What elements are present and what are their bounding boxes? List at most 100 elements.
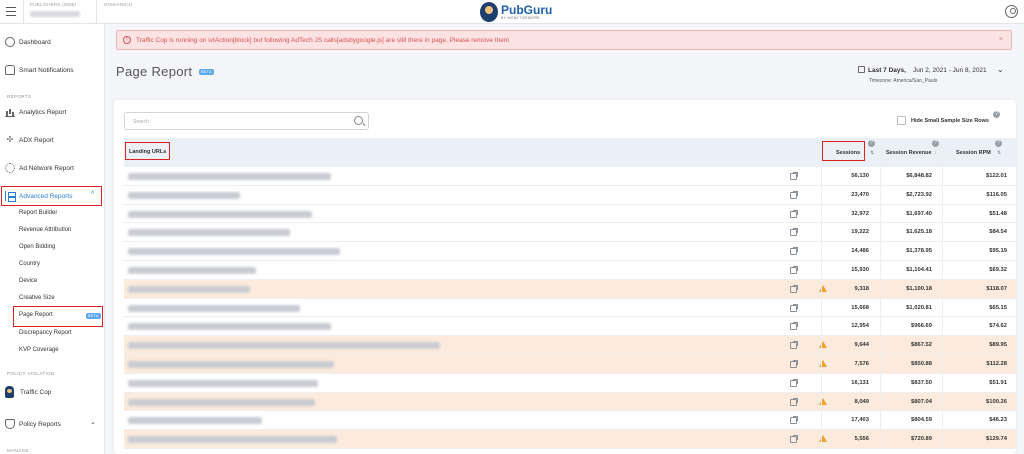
publisher-selector[interactable]: PUBLISHERS (3696) <box>30 2 92 22</box>
chevron-down-icon[interactable]: ⌄ <box>90 418 96 426</box>
table-row[interactable]: 16,131 $837.50 $51.91 <box>124 373 1016 393</box>
sub-item-open-bidding[interactable]: Open Bidding <box>19 244 55 250</box>
external-link-icon[interactable] <box>790 247 798 256</box>
column-divider <box>821 430 822 448</box>
table-row[interactable]: 8,049 $807.04 $100.26 <box>124 392 1016 412</box>
sidebar-item-smart-notifications[interactable]: Smart Notifications <box>0 62 105 78</box>
landing-url-redacted[interactable] <box>128 379 318 387</box>
landing-url-redacted[interactable] <box>128 285 250 293</box>
landing-url-redacted[interactable] <box>128 361 334 368</box>
table-row[interactable]: 15,930 $1,104.41 $69.32 <box>124 261 1016 280</box>
chevron-down-icon[interactable]: ⌄ <box>997 65 1004 74</box>
landing-url-redacted[interactable] <box>128 210 312 218</box>
landing-url-redacted[interactable] <box>128 267 256 274</box>
table-row[interactable]: 15,668 $1,020.81 $65.15 <box>124 298 1016 318</box>
page-title-beta-badge: BETA <box>199 69 214 75</box>
sidebar-item-dashboard[interactable]: Dashboard <box>0 34 105 50</box>
sort-icon[interactable]: ⇅ <box>870 150 874 156</box>
external-link-icon[interactable] <box>790 190 798 199</box>
date-range-picker[interactable]: Last 7 Days, Jun 2, 2021 - Jun 8, 2021 <box>858 66 987 74</box>
section-policy-violation: POLICY VIOLATION <box>7 371 55 376</box>
external-link-icon[interactable] <box>790 209 798 218</box>
sub-item-device[interactable]: Device <box>19 278 37 284</box>
col-session-revenue[interactable]: Session Revenue <box>886 150 932 156</box>
table-row[interactable]: 17,403 $804.59 $46.23 <box>124 411 1016 431</box>
sub-item-revenue-attribution[interactable]: Revenue Attribution <box>19 227 71 233</box>
hide-small-sample-checkbox[interactable] <box>897 116 906 125</box>
sidebar-item-traffic-cop[interactable]: Traffic Cop <box>0 384 105 400</box>
landing-url-redacted[interactable] <box>128 304 300 312</box>
external-link-icon[interactable] <box>790 397 798 406</box>
session-revenue-cell: $720.89 <box>911 436 932 443</box>
sessions-cell: 7,576 <box>854 361 869 367</box>
sub-item-country[interactable]: Country <box>19 261 40 267</box>
table-row[interactable]: 7,576 $850.88 $112.28 <box>124 355 1016 374</box>
table-row[interactable]: 56,130 $6,848.82 $122.01 <box>124 167 1016 186</box>
sessions-cell: 19,222 <box>851 229 869 236</box>
highlight-sessions <box>822 141 865 161</box>
sort-desc-icon[interactable]: ↓ <box>934 150 937 156</box>
highlight-landing-urls <box>125 142 170 160</box>
session-rpm-cell: $116.05 <box>986 191 1007 198</box>
sub-item-kvp-coverage[interactable]: KVP Coverage <box>19 347 59 353</box>
search-input[interactable]: Search <box>124 112 369 130</box>
landing-url-redacted[interactable] <box>128 173 331 180</box>
landing-url-redacted[interactable] <box>128 342 440 350</box>
landing-url-redacted[interactable] <box>128 229 290 237</box>
col-session-rpm[interactable]: Session RPM <box>956 150 991 156</box>
user-avatar-icon[interactable] <box>1005 5 1018 18</box>
help-icon[interactable]: ? <box>932 140 939 147</box>
session-revenue-cell: $1,104.41 <box>906 267 932 273</box>
external-link-icon[interactable] <box>790 228 798 237</box>
session-rpm-cell: $118.07 <box>986 285 1007 292</box>
external-link-icon[interactable] <box>790 322 798 331</box>
table-row[interactable]: 5,556 $720.89 $129.74 <box>124 430 1016 449</box>
external-link-icon[interactable] <box>790 303 798 312</box>
help-icon[interactable]: ? <box>993 111 1000 118</box>
external-link-icon[interactable] <box>790 172 798 180</box>
search-icon[interactable] <box>354 116 363 125</box>
table-row[interactable]: 9,318 $1,100.18 $118.07 <box>124 279 1016 299</box>
pubguru-logo[interactable]: PubGuru BY MONETIZEMORE <box>480 1 552 23</box>
landing-url-redacted[interactable] <box>128 248 340 256</box>
external-link-icon[interactable] <box>790 284 798 293</box>
bar-chart-icon <box>5 107 15 117</box>
sidebar-item-ad-network-report[interactable]: Ad Network Report <box>0 160 105 176</box>
external-link-icon[interactable] <box>790 416 798 425</box>
column-divider <box>821 355 822 373</box>
table-row[interactable]: 14,486 $1,378.95 $95.19 <box>124 242 1016 261</box>
landing-url-redacted[interactable] <box>128 323 331 331</box>
table-row[interactable]: 19,222 $1,625.18 $84.54 <box>124 223 1016 243</box>
landing-url-redacted[interactable] <box>128 417 262 425</box>
table-row[interactable]: 9,644 $867.52 $89.95 <box>124 336 1016 355</box>
hamburger-menu-icon[interactable] <box>6 7 16 16</box>
sessions-cell: 17,403 <box>851 417 869 424</box>
external-link-icon[interactable] <box>790 435 798 444</box>
landing-url-redacted[interactable] <box>128 191 240 199</box>
table-row[interactable]: 12,954 $966.69 $74.62 <box>124 317 1016 337</box>
sidebar-item-adx-report[interactable]: ✣ ADX Report <box>0 132 105 148</box>
table-row[interactable]: 23,470 $2,723.92 $116.05 <box>124 185 1016 205</box>
domain-selector[interactable]: DOMAINS(4) <box>104 2 154 22</box>
sidebar-item-label: ADX Report <box>19 136 54 144</box>
close-icon[interactable]: × <box>999 36 1003 43</box>
sidebar-item-analytics-report[interactable]: Analytics Report <box>0 104 105 120</box>
landing-url-redacted[interactable] <box>128 398 315 406</box>
external-link-icon[interactable] <box>790 360 798 368</box>
sub-item-report-builder[interactable]: Report Builder <box>19 210 57 216</box>
sessions-cell: 56,130 <box>851 173 869 179</box>
external-link-icon[interactable] <box>790 266 798 274</box>
column-divider <box>942 204 943 223</box>
external-link-icon[interactable] <box>790 341 798 350</box>
sub-item-discrepancy-report[interactable]: Discrepancy Report <box>19 330 72 336</box>
sub-item-creative-size[interactable]: Creative Size <box>19 295 55 301</box>
column-divider <box>880 138 881 167</box>
help-icon[interactable]: ? <box>868 140 875 147</box>
help-icon[interactable]: ? <box>995 140 1002 147</box>
table-row[interactable]: 32,972 $1,697.40 $51.48 <box>124 204 1016 224</box>
sidebar-item-label: Smart Notifications <box>19 66 74 74</box>
landing-url-redacted[interactable] <box>128 436 337 444</box>
hide-small-sample-toggle[interactable]: Hide Small Sample Size Rows <box>897 116 989 125</box>
sort-icon[interactable]: ⇅ <box>997 150 1001 156</box>
external-link-icon[interactable] <box>790 378 798 387</box>
